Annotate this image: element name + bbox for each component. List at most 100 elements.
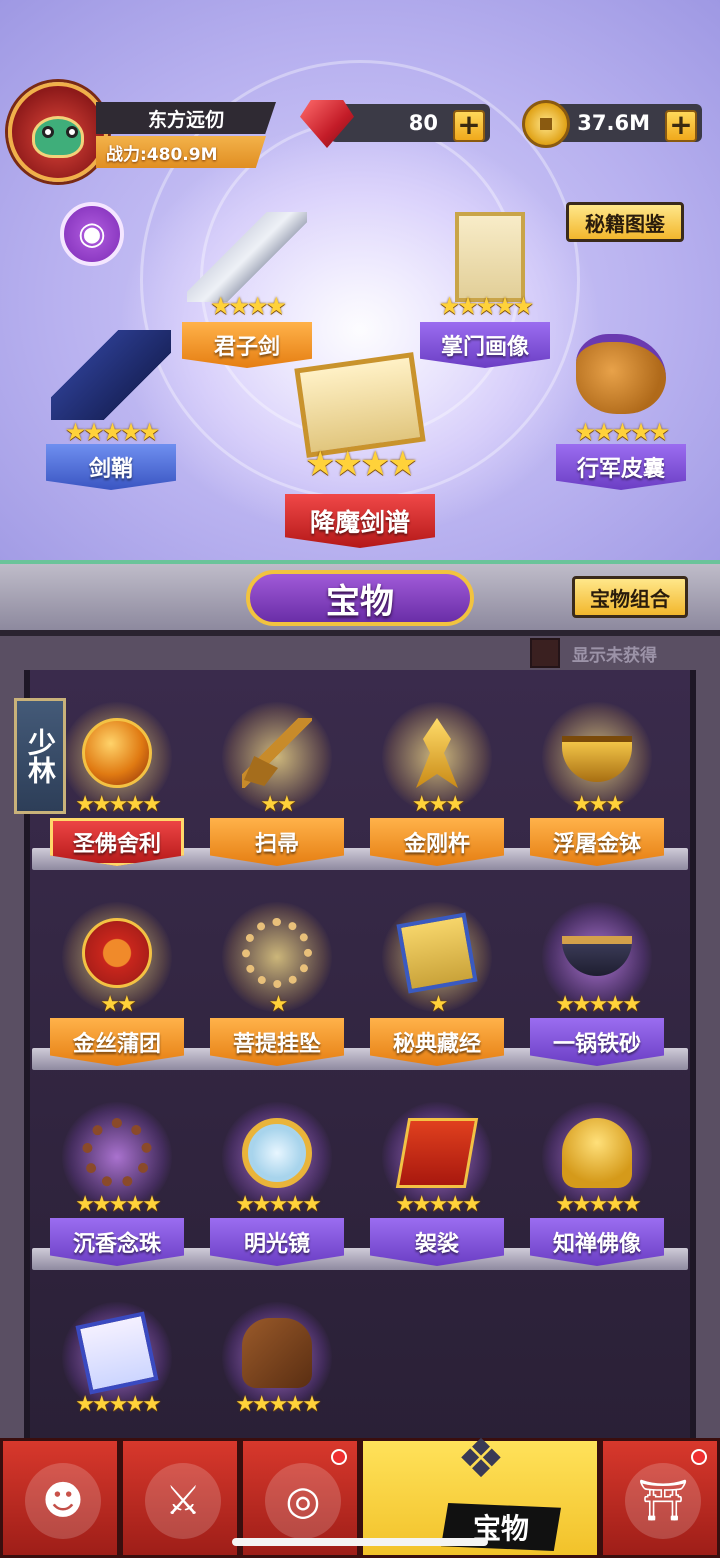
treasure-label: 一锅铁砂 [530,1018,664,1066]
star-rating: ★★★★★ [574,418,671,446]
player-profile[interactable]: 东方远仞 战力:480.9M [8,82,278,192]
treasure-label: 袈裟 [370,1218,504,1266]
home-indicator[interactable] [232,1538,488,1546]
portrait-scroll-icon [455,212,525,302]
player-name: 东方远仞 [96,102,276,134]
star-rating: ★★★★★ [438,292,535,320]
star-rating: ★★★★ [305,444,418,484]
prayer-beads-icon [82,1118,152,1188]
star-rating: ★★ [100,992,136,1017]
star-rating: ★ [428,992,449,1017]
treasure-label: 扫帚 [210,818,344,866]
sheath-icon [51,330,171,420]
treasure-item[interactable]: ★★ 扫帚 [202,696,352,876]
treasure-label: 圣佛舍利 [50,818,184,866]
treasure-item[interactable]: ★★★★★ [202,1296,352,1446]
treasure-item[interactable]: ★★★★★ 袈裟 [362,1096,512,1276]
scripture-icon [396,912,478,994]
treasure-item[interactable]: ★★★ 金刚杵 [362,696,512,876]
equipped-label: 掌门画像 [420,322,550,368]
treasure-item[interactable]: ★★★★★ 明光镜 [202,1096,352,1276]
notification-dot [331,1449,347,1465]
equipped-slot-sword[interactable]: ★★★★ 君子剑 [172,212,322,372]
treasure-label: 秘典藏经 [370,1018,504,1066]
star-rating: ★★★★★ [64,418,161,446]
secret-catalog-button[interactable]: 秘籍图鉴 [566,202,684,242]
show-unobtained-toggle[interactable]: 显示未获得 [530,638,700,668]
equipped-slot-portrait[interactable]: ★★★★★ 掌门画像 [410,212,560,372]
treasure-display-area: 东方远仞 战力:480.9M 80 + 37.6M + ◉ 秘籍图鉴 ★★★★ … [0,0,720,630]
eye-icon[interactable]: ◉ [60,202,124,266]
equipped-label: 行军皮囊 [556,444,686,490]
star-rating: ★★★★★ [75,1192,162,1217]
treasure-item[interactable]: ★★★★★ 知禅佛像 [522,1096,672,1276]
pouch-icon [576,334,666,414]
star-rating: ★★★★★ [235,1192,322,1217]
sword-manual-icon [294,352,426,458]
weapon-icon: ⚔ [145,1463,221,1539]
treasure-item[interactable]: ★ 秘典藏经 [362,896,512,1076]
star-rating: ★★★★★ [75,1392,162,1417]
equipped-slot-pouch[interactable]: ★★★★★ 行军皮囊 [546,334,696,504]
star-rating: ★★★ [571,792,625,817]
hero-icon: ☻ [25,1463,101,1539]
relic-orb-icon [82,718,152,788]
treasure-item[interactable]: ★★★★★ [42,1296,192,1446]
star-rating: ★★★★★ [555,1192,642,1217]
add-gems-button[interactable]: + [453,110,485,142]
treasure-label: 沉香念珠 [50,1218,184,1266]
treasure-label: 金丝蒲团 [50,1018,184,1066]
lion-face-icon [32,116,84,158]
section-title: 宝物 [246,570,474,626]
scroll-icon [75,1311,159,1395]
star-rating: ★★★★★ [555,992,642,1017]
sword-icon [187,212,307,302]
coin-counter: 37.6M + [522,100,707,148]
gem-counter: 80 + [300,100,495,148]
mallet-icon [242,1318,312,1388]
star-rating: ★ [268,992,289,1017]
buddha-statue-icon [562,1118,632,1188]
treasure-item[interactable]: ★★★★★ 沉香念珠 [42,1096,192,1276]
equipped-label: 降魔剑谱 [285,494,435,548]
notification-dot [691,1449,707,1465]
kasaya-icon [395,1118,479,1188]
equipped-slot-sheath[interactable]: ★★★★★ 剑鞘 [36,330,186,500]
gate-icon: ⛩ [625,1463,701,1539]
tab-gate[interactable]: ⛩ [600,1438,720,1558]
treasure-combo-button[interactable]: 宝物组合 [572,576,688,618]
checkbox[interactable] [530,638,560,668]
star-rating: ★★ [260,792,296,817]
avatar-eye [66,126,78,138]
combat-power: 战力:480.9M [96,136,266,168]
drum-icon: ◎ [265,1463,341,1539]
treasure-label: 金刚杵 [370,818,504,866]
cushion-icon [82,918,152,988]
treasure-item[interactable]: ★★★★★ 一锅铁砂 [522,896,672,1076]
mirror-icon [242,1118,312,1188]
star-rating: ★★★★ [209,292,287,320]
avatar[interactable] [8,82,108,182]
add-coins-button[interactable]: + [665,110,697,142]
treasure-item[interactable]: ★★ 金丝蒲团 [42,896,192,1076]
star-rating: ★★★★★ [395,1192,482,1217]
bodhi-pendant-icon [242,918,312,988]
treasure-icon: ❖ [456,1427,506,1490]
star-rating: ★★★ [411,792,465,817]
broom-icon [242,718,312,788]
treasure-label: 明光镜 [210,1218,344,1266]
treasure-item[interactable]: ★★★ 浮屠金钵 [522,696,672,876]
tab-hero[interactable]: ☻ [0,1438,120,1558]
star-rating: ★★★★★ [235,1392,322,1417]
treasure-label: 菩提挂坠 [210,1018,344,1066]
tab-weapon[interactable]: ⚔ [120,1438,240,1558]
avatar-eye [42,126,54,138]
treasure-label: 浮屠金钵 [530,818,664,866]
treasure-label: 知禅佛像 [530,1218,664,1266]
equipped-slot-sword-manual[interactable]: ★★★★ 降魔剑谱 [285,350,435,560]
equipped-label: 剑鞘 [46,444,176,490]
treasure-collection: 显示未获得 ★★★★★ 圣佛舍利 ★★ 扫帚 ★★★ 金刚杵 ★★★ 浮屠金钵 … [0,630,720,1450]
sect-tab-shaolin[interactable]: 少林 [14,698,66,814]
toggle-label: 显示未获得 [572,645,657,666]
treasure-item[interactable]: ★ 菩提挂坠 [202,896,352,1076]
